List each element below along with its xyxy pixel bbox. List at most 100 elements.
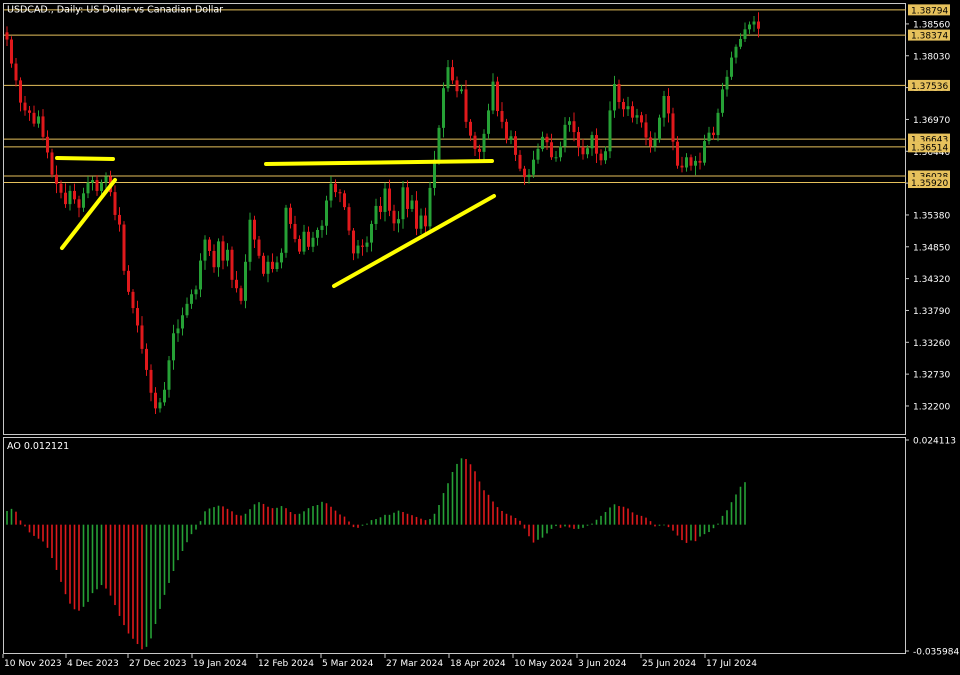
ao-tick-label: 0.024113: [913, 437, 956, 447]
candle-body: [37, 116, 40, 124]
candle-body: [352, 230, 355, 254]
candle-body: [523, 168, 526, 178]
candle-body: [73, 190, 76, 200]
candle: [437, 125, 441, 165]
candle-body: [136, 308, 139, 326]
candle-body: [199, 260, 202, 290]
candle-body: [496, 81, 499, 112]
candle-body: [428, 187, 432, 227]
date-tick-label: 3 Jun 2024: [578, 659, 627, 669]
candle-body: [424, 215, 427, 227]
candle-body: [379, 205, 382, 212]
candle: [347, 203, 351, 236]
candle-body: [721, 89, 724, 113]
candle-body: [257, 239, 261, 256]
candle-body: [608, 110, 612, 152]
candle-body: [392, 210, 396, 224]
candle-body: [725, 76, 729, 90]
candle-body: [172, 333, 175, 361]
candle-body: [343, 193, 346, 208]
candle-body: [500, 111, 504, 122]
candle-body: [514, 136, 517, 155]
candle-body: [586, 148, 589, 155]
price-tick-label: 1.38030: [913, 52, 950, 62]
candle-body: [460, 89, 463, 92]
candle-body: [320, 225, 324, 230]
candle-body: [338, 192, 342, 194]
level-label: 1.38794: [911, 6, 948, 16]
candle-body: [599, 153, 603, 161]
date-tick-label: 17 Jul 2024: [706, 659, 757, 669]
candle-body: [28, 110, 31, 113]
candle-body: [707, 132, 711, 142]
candle-body: [86, 182, 90, 194]
candle-body: [181, 315, 184, 329]
candle-body: [595, 135, 598, 154]
candle: [505, 118, 508, 144]
candle-body: [374, 205, 378, 224]
candle-body: [140, 325, 144, 349]
date-tick-label: 10 May 2024: [514, 659, 573, 669]
usdcad-chart[interactable]: 1.385601.380301.375001.369701.364401.359…: [0, 0, 960, 675]
date-tick-label: 19 Jan 2024: [193, 659, 247, 669]
candle-body: [113, 192, 117, 215]
candle-body: [248, 219, 252, 262]
candle-body: [757, 21, 760, 29]
date-tick-label: 4 Dec 2023: [67, 659, 119, 669]
candle-body: [253, 219, 256, 240]
candle: [496, 76, 499, 117]
date-tick-label: 5 Mar 2024: [322, 659, 374, 669]
level-label: 1.35920: [911, 179, 948, 189]
candle-body: [563, 124, 567, 147]
candle-body: [730, 57, 733, 77]
candle-body: [163, 389, 166, 403]
candle-body: [658, 117, 661, 140]
candle-body: [631, 106, 634, 118]
candle-body: [289, 207, 292, 224]
candle-body: [388, 188, 391, 211]
candle: [122, 221, 126, 275]
date-tick-label: 27 Mar 2024: [386, 659, 443, 669]
candle-body: [617, 83, 621, 103]
candle-body: [64, 192, 67, 205]
candle-body: [68, 190, 72, 205]
date-tick-label: 10 Nov 2023: [4, 659, 62, 669]
candle-body: [433, 159, 436, 188]
candle-body: [271, 261, 274, 270]
candle-body: [662, 96, 666, 118]
candle-body: [217, 241, 220, 268]
candle-body: [239, 288, 243, 301]
candle-body: [613, 83, 616, 111]
candle-body: [455, 80, 459, 92]
price-tick-label: 1.32200: [913, 402, 950, 412]
candle-body: [716, 112, 720, 136]
candle-body: [676, 141, 679, 166]
candle-body: [50, 152, 54, 175]
candle-body: [145, 348, 148, 370]
candle-body: [275, 262, 279, 270]
candle-body: [329, 183, 333, 201]
candle-body: [221, 241, 225, 261]
candle-body: [10, 39, 13, 64]
candle-body: [95, 180, 99, 191]
price-tick-label: 1.34320: [913, 275, 950, 285]
candle-body: [176, 328, 180, 334]
date-tick-label: 12 Feb 2024: [258, 659, 314, 669]
candle-body: [604, 151, 607, 161]
candle: [50, 148, 54, 178]
candle-body: [365, 242, 369, 247]
candle-body: [712, 132, 715, 136]
candle-body: [14, 63, 18, 81]
trendline-1[interactable]: [55, 156, 115, 161]
candle-body: [154, 392, 157, 409]
candle-body: [356, 245, 360, 254]
candle-body: [734, 46, 738, 58]
candle-body: [370, 223, 373, 243]
candle-body: [127, 270, 130, 292]
candle-body: [464, 89, 468, 122]
candle-body: [482, 133, 486, 152]
candle-body: [82, 193, 85, 208]
candle-body: [505, 121, 508, 140]
candle-body: [325, 200, 328, 226]
candle-body: [653, 139, 657, 147]
